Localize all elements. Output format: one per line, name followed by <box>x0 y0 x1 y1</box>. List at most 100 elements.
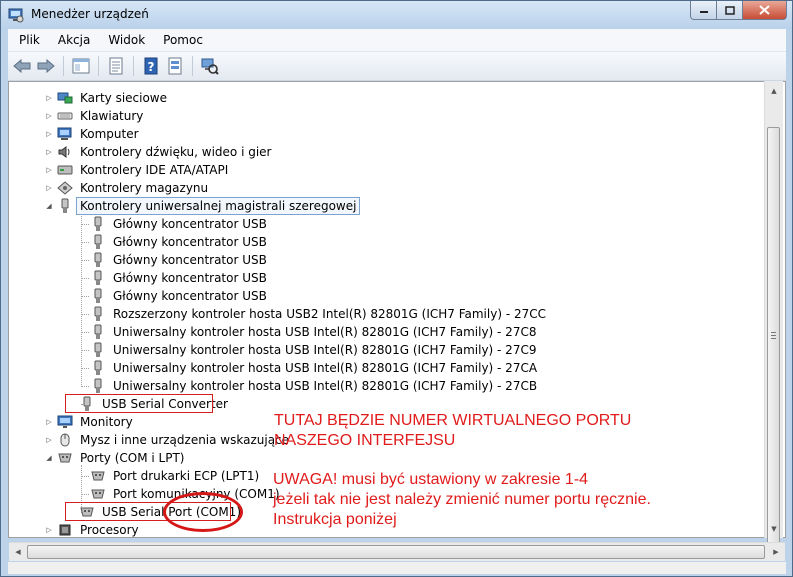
scroll-right-button[interactable]: ▶ <box>767 543 785 560</box>
expand-arrow[interactable]: ▷ <box>45 521 53 537</box>
tree-item-usb-root-hub[interactable]: Główny koncentrator USB <box>90 251 270 269</box>
window-title: Menedżer urządzeń <box>31 7 149 21</box>
expand-arrow[interactable]: ▷ <box>45 107 53 125</box>
network-adapter-icon <box>57 92 73 104</box>
toolbar-separator <box>63 56 64 76</box>
tree-item-usb-root-hub[interactable]: Główny koncentrator USB <box>90 233 270 251</box>
tree-line <box>81 260 89 261</box>
close-button[interactable] <box>743 1 787 20</box>
toolbar-separator <box>192 56 193 76</box>
tree-line <box>81 386 89 387</box>
menu-bar: Plik Akcja Widok Pomoc <box>8 29 786 51</box>
horizontal-scrollbar[interactable]: ◀ ▶ <box>9 542 785 561</box>
tree-item-ide-controllers[interactable]: Kontrolery IDE ATA/ATAPI <box>57 161 231 179</box>
tree-item-mice[interactable]: Mysz i inne urządzenia wskazujące <box>57 431 292 449</box>
usb-device-icon <box>94 288 102 303</box>
tree-item-ports[interactable]: Porty (COM i LPT) <box>57 449 187 467</box>
tree-item-computer[interactable]: Komputer <box>57 125 142 143</box>
tree-item-storage-controllers[interactable]: Kontrolery magazynu <box>57 179 211 197</box>
expand-arrow[interactable]: ▷ <box>45 413 53 431</box>
usb-device-icon <box>94 360 102 375</box>
tree-item-label: Komputer <box>80 127 139 141</box>
console-tree-icon <box>72 58 90 74</box>
tree-item-usb-root-hub[interactable]: Główny koncentrator USB <box>90 269 270 287</box>
expand-arrow[interactable]: ▷ <box>45 431 53 449</box>
tree-item-label: Kontrolery IDE ATA/ATAPI <box>80 163 229 177</box>
help-button[interactable]: ? <box>141 56 161 76</box>
menu-widok[interactable]: Widok <box>101 33 152 47</box>
tree-item-printer-port[interactable]: Port drukarki ECP (LPT1) <box>90 467 262 485</box>
menu-akcja[interactable]: Akcja <box>51 33 97 47</box>
collapse-arrow[interactable]: ◢ <box>45 197 53 215</box>
tree-item-label: Port drukarki ECP (LPT1) <box>113 469 260 483</box>
scroll-thumb[interactable] <box>27 545 765 559</box>
annotation-line-1: TUTAJ BĘDZIE NUMER WIRTUALNEGO PORTU <box>274 412 632 429</box>
show-hide-tree-button[interactable] <box>71 56 91 76</box>
tree-item-keyboards[interactable]: Klawiatury <box>57 107 146 125</box>
processor-icon <box>59 524 71 536</box>
usb-device-icon <box>94 234 102 249</box>
tree-line <box>81 213 82 387</box>
close-icon <box>759 5 770 15</box>
usb-device-icon <box>94 324 102 339</box>
expand-arrow[interactable]: ▷ <box>45 125 53 143</box>
tree-item-label: Procesory <box>80 523 139 537</box>
annotation-line-5: Instrukcja poniżej <box>273 511 397 528</box>
tree-item-label: Główny koncentrator USB <box>113 289 267 303</box>
title-bar[interactable]: Menedżer urządzeń <box>1 1 792 29</box>
tree-item-label: Główny koncentrator USB <box>113 253 267 267</box>
tree-item-label: Monitory <box>80 415 133 429</box>
tree-item-label: Uniwersalny kontroler hosta USB Intel(R)… <box>113 361 538 375</box>
tree-item-label: Klawiatury <box>80 109 144 123</box>
forward-button[interactable] <box>36 56 56 76</box>
usb-icon <box>61 198 69 213</box>
properties-icon <box>109 57 123 75</box>
sound-icon <box>58 146 70 158</box>
scroll-down-button[interactable]: ▼ <box>765 520 783 537</box>
tree-item-network-adapters[interactable]: Karty sieciowe <box>57 89 170 107</box>
tree-item-label: Uniwersalny kontroler hosta USB Intel(R)… <box>113 343 537 357</box>
tree-item-monitors[interactable]: Monitory <box>57 413 136 431</box>
tree-item-label: Główny koncentrator USB <box>113 235 267 249</box>
scroll-left-button[interactable]: ◀ <box>9 543 27 560</box>
svg-text:?: ? <box>148 60 155 74</box>
mouse-icon <box>60 433 70 447</box>
tree-item-processors[interactable]: Procesory <box>57 521 142 537</box>
tree-item-usb-host-controller[interactable]: Uniwersalny kontroler hosta USB Intel(R)… <box>90 359 540 377</box>
annotation-line-4: jeżeli tak nie jest należy zmienić numer… <box>273 491 651 508</box>
minimize-button[interactable] <box>690 1 717 20</box>
expand-arrow[interactable]: ▷ <box>45 161 53 179</box>
ide-controller-icon <box>57 165 73 175</box>
expand-arrow[interactable]: ▷ <box>45 89 53 107</box>
view-button[interactable] <box>165 56 185 76</box>
tree-line <box>81 350 89 351</box>
tree-item-usb-host-controller[interactable]: Uniwersalny kontroler hosta USB Intel(R)… <box>90 323 539 341</box>
usb-device-icon <box>94 378 102 393</box>
menu-pomoc[interactable]: Pomoc <box>156 33 210 47</box>
toolbar-separator <box>133 56 134 76</box>
scan-hardware-button[interactable] <box>200 56 220 76</box>
minimize-icon <box>699 11 708 13</box>
expand-arrow[interactable]: ▷ <box>45 179 53 197</box>
collapse-arrow[interactable]: ◢ <box>45 449 53 467</box>
tree-item-usb-root-hub[interactable]: Główny koncentrator USB <box>90 287 270 305</box>
back-button[interactable] <box>12 56 32 76</box>
menu-plik[interactable]: Plik <box>12 33 47 47</box>
tree-line <box>81 278 89 279</box>
vertical-scrollbar[interactable]: ▲ ▼ <box>764 81 783 550</box>
scan-hardware-icon <box>201 58 219 75</box>
tree-item-usb2-host-controller[interactable]: Rozszerzony kontroler hosta USB2 Intel(R… <box>90 305 549 323</box>
expand-arrow[interactable]: ▷ <box>45 143 53 161</box>
scroll-thumb[interactable] <box>767 127 780 550</box>
storage-controller-icon <box>57 181 73 195</box>
tree-item-usb-host-controller[interactable]: Uniwersalny kontroler hosta USB Intel(R)… <box>90 377 540 395</box>
tree-item-usb-host-controller[interactable]: Uniwersalny kontroler hosta USB Intel(R)… <box>90 341 539 359</box>
tree-line <box>81 368 89 369</box>
scroll-up-button[interactable]: ▲ <box>765 82 783 99</box>
maximize-button[interactable] <box>717 1 743 20</box>
window-controls <box>690 1 787 21</box>
tree-item-usb-controllers[interactable]: Kontrolery uniwersalnej magistrali szere… <box>57 197 361 215</box>
tree-item-usb-root-hub[interactable]: Główny koncentrator USB <box>90 215 270 233</box>
tree-item-sound-controllers[interactable]: Kontrolery dźwięku, wideo i gier <box>57 143 274 161</box>
properties-button[interactable] <box>106 56 126 76</box>
